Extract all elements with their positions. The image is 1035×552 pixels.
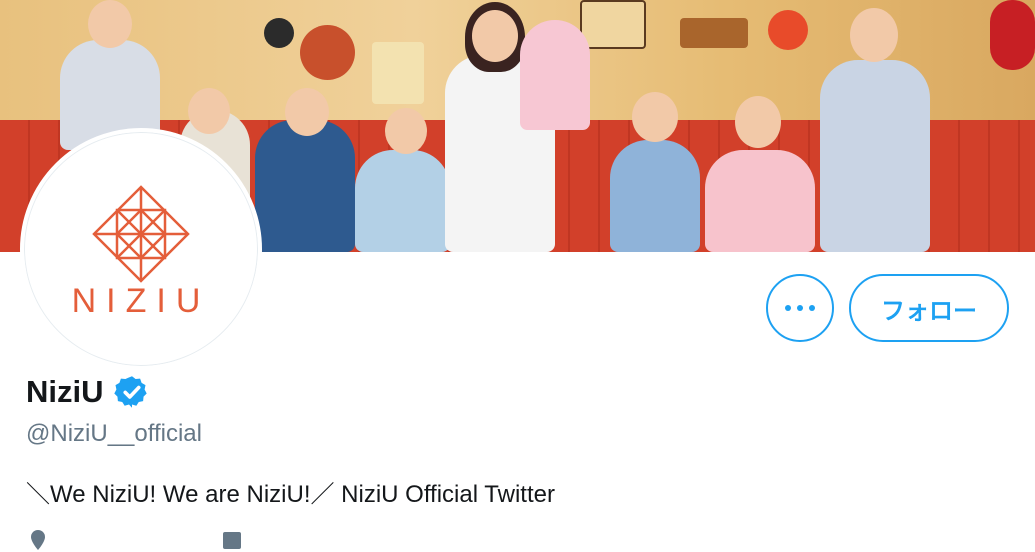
banner-sign [680, 18, 748, 48]
banner-sign [768, 10, 808, 50]
banner-person-head [385, 108, 427, 154]
more-options-button[interactable] [766, 274, 834, 342]
banner-sign [264, 18, 294, 48]
niziu-diamond-logo-icon [92, 185, 190, 283]
banner-person [355, 150, 450, 252]
display-name: NiziU [26, 374, 104, 409]
profile-name-row: NiziU [26, 374, 150, 410]
banner-sign [990, 0, 1035, 70]
banner-person [610, 140, 700, 252]
banner-person [255, 120, 355, 252]
verified-badge-icon [113, 376, 147, 408]
more-dots-icon [785, 305, 815, 311]
banner-person-head [850, 8, 898, 62]
banner-person-head [632, 92, 678, 142]
profile-meta-row [26, 528, 244, 552]
profile-avatar[interactable]: NIZIU [20, 128, 262, 370]
banner-person-head [188, 88, 230, 134]
banner-sign [300, 25, 355, 80]
calendar-icon [223, 532, 241, 549]
avatar-logo-container: NIZIU [24, 132, 258, 366]
banner-person-head [472, 10, 518, 62]
banner-person-head [285, 88, 329, 136]
banner-person [520, 20, 590, 130]
banner-sign [372, 42, 424, 104]
follow-button[interactable]: フォロー [849, 274, 1009, 342]
banner-sign [580, 0, 646, 49]
profile-bio: ＼We NiziU! We are NiziU!／ NiziU Official… [26, 481, 555, 508]
banner-person-head [88, 0, 132, 48]
avatar-logo-text: NIZIU [71, 282, 211, 320]
profile-handle: @NiziU__official [26, 420, 202, 447]
banner-person [705, 150, 815, 252]
location-pin-icon [31, 530, 45, 550]
banner-person-head [735, 96, 781, 148]
banner-person [820, 60, 930, 252]
